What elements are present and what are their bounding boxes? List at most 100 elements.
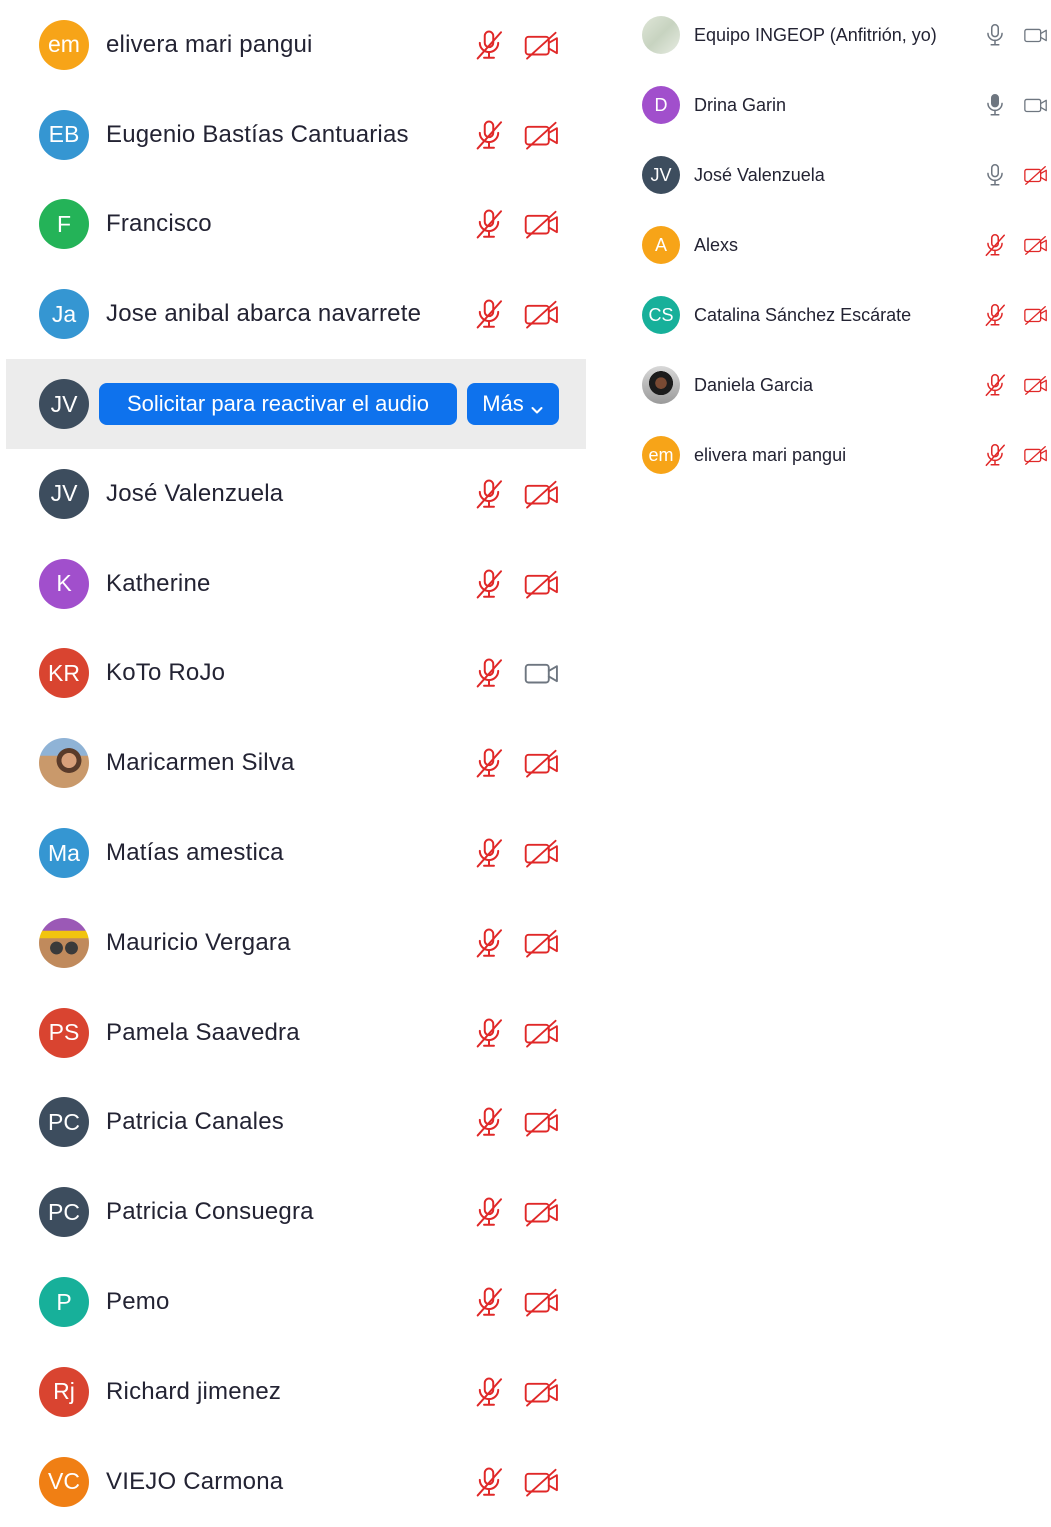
participant-row[interactable]: Ja Jose anibal abarca navarrete — [0, 269, 590, 359]
microphone-icon[interactable] — [982, 162, 1008, 188]
participants-list-left: em elivera mari pangui EB Eugenio Bastías C… — [0, 0, 590, 1527]
participant-status-icons — [470, 477, 561, 511]
participant-row[interactable]: EB Eugenio Bastías Cantuarias — [0, 90, 590, 180]
participant-name: Pemo — [106, 1288, 170, 1316]
participant-row[interactable]: PS Pamela Saavedra — [0, 988, 590, 1078]
participant-status-icons — [470, 28, 561, 62]
video-off-icon[interactable] — [523, 1375, 561, 1409]
microphone-muted-icon[interactable] — [470, 746, 508, 780]
participant-status-icons — [982, 92, 1049, 118]
video-camera-icon[interactable] — [1023, 92, 1049, 118]
participant-name: elivera mari pangui — [106, 30, 313, 58]
video-off-icon[interactable] — [523, 1105, 561, 1139]
microphone-muted-icon[interactable] — [470, 1465, 508, 1499]
participant-row[interactable]: KR KoTo RoJo — [0, 629, 590, 719]
participant-row[interactable]: A Alexs — [622, 210, 1051, 280]
video-off-icon[interactable] — [523, 746, 561, 780]
participant-row[interactable]: K Katherine — [0, 539, 590, 629]
video-off-icon[interactable] — [523, 1016, 561, 1050]
participant-status-icons — [470, 926, 561, 960]
video-off-icon[interactable] — [1023, 302, 1049, 328]
microphone-muted-icon[interactable] — [470, 297, 508, 331]
video-camera-icon[interactable] — [523, 656, 561, 690]
participant-row[interactable]: JV Solicitar para reactivar el audio Más — [6, 359, 586, 449]
participant-row[interactable]: Ma Matías amestica — [0, 808, 590, 898]
participant-row[interactable]: P Pemo — [0, 1257, 590, 1347]
microphone-muted-icon[interactable] — [982, 232, 1008, 258]
video-off-icon[interactable] — [523, 1195, 561, 1229]
participant-row[interactable]: PC Patricia Canales — [0, 1078, 590, 1168]
microphone-muted-icon[interactable] — [470, 1195, 508, 1229]
microphone-muted-icon[interactable] — [982, 442, 1008, 468]
video-off-icon[interactable] — [523, 1285, 561, 1319]
video-off-icon[interactable] — [523, 118, 561, 152]
participant-name: Patricia Canales — [106, 1108, 284, 1136]
video-off-icon[interactable] — [523, 28, 561, 62]
video-off-icon[interactable] — [523, 836, 561, 870]
microphone-muted-icon[interactable] — [470, 1105, 508, 1139]
participant-status-icons — [470, 656, 561, 690]
avatar: K — [39, 558, 89, 609]
participant-name: KoTo RoJo — [106, 659, 226, 687]
video-off-icon[interactable] — [1023, 162, 1049, 188]
video-off-icon[interactable] — [523, 1465, 561, 1499]
avatar: Ma — [39, 828, 89, 879]
more-button-label: Más — [482, 391, 524, 417]
participant-row[interactable]: D Drina Garin — [622, 70, 1051, 140]
avatar: em — [642, 436, 680, 474]
participant-row[interactable]: JV José Valenzuela — [0, 449, 590, 539]
microphone-muted-icon[interactable] — [470, 28, 508, 62]
participant-name: Drina Garin — [694, 94, 787, 115]
avatar: em — [39, 19, 89, 70]
video-off-icon[interactable] — [523, 477, 561, 511]
microphone-icon[interactable] — [982, 22, 1008, 48]
microphone-muted-icon[interactable] — [982, 372, 1008, 398]
microphone-muted-icon[interactable] — [470, 118, 508, 152]
participant-row[interactable]: Rj Richard jimenez — [0, 1347, 590, 1437]
participant-row[interactable]: Daniela Garcia — [622, 350, 1051, 420]
microphone-muted-icon[interactable] — [470, 1375, 508, 1409]
microphone-muted-icon[interactable] — [470, 207, 508, 241]
more-button[interactable]: Más — [467, 383, 559, 426]
microphone-muted-icon[interactable] — [470, 1285, 508, 1319]
video-camera-icon[interactable] — [1023, 22, 1049, 48]
participant-name: Richard jimenez — [106, 1377, 282, 1405]
avatar: JV — [39, 379, 89, 430]
participant-row[interactable]: F Francisco — [0, 180, 590, 270]
participant-status-icons — [982, 22, 1049, 48]
avatar: P — [39, 1277, 89, 1328]
video-off-icon[interactable] — [523, 926, 561, 960]
microphone-muted-icon[interactable] — [470, 656, 508, 690]
video-off-icon[interactable] — [1023, 232, 1049, 258]
participant-row[interactable]: Mauricio Vergara — [0, 898, 590, 988]
microphone-muted-icon[interactable] — [470, 1016, 508, 1050]
request-unmute-button[interactable]: Solicitar para reactivar el audio — [99, 383, 457, 426]
participant-row[interactable]: PC Patricia Consuegra — [0, 1167, 590, 1257]
video-off-icon[interactable] — [523, 297, 561, 331]
avatar: CS — [642, 296, 680, 334]
participant-name: Daniela Garcia — [694, 374, 814, 395]
participant-name: elivera mari pangui — [694, 444, 847, 465]
microphone-muted-icon[interactable] — [470, 926, 508, 960]
participant-row[interactable]: em elivera mari pangui — [0, 0, 590, 90]
microphone-muted-icon[interactable] — [470, 477, 508, 511]
avatar: EB — [39, 109, 89, 160]
microphone-muted-icon[interactable] — [470, 567, 508, 601]
participant-row[interactable]: Equipo INGEOP (Anfitrión, yo) — [622, 0, 1051, 70]
video-off-icon[interactable] — [523, 207, 561, 241]
microphone-muted-icon[interactable] — [470, 836, 508, 870]
video-off-icon[interactable] — [1023, 442, 1049, 468]
participant-status-icons — [470, 207, 561, 241]
participant-row[interactable]: VC VIEJO Carmona — [0, 1437, 590, 1527]
participant-row[interactable]: Maricarmen Silva — [0, 718, 590, 808]
participant-row[interactable]: JV José Valenzuela — [622, 140, 1051, 210]
participant-name: Maricarmen Silva — [106, 749, 295, 777]
participant-row[interactable]: em elivera mari pangui — [622, 420, 1051, 490]
microphone-icon[interactable] — [982, 92, 1008, 118]
avatar: VC — [39, 1456, 89, 1507]
microphone-muted-icon[interactable] — [982, 302, 1008, 328]
participant-row[interactable]: CS Catalina Sánchez Escárate — [622, 280, 1051, 350]
video-off-icon[interactable] — [523, 567, 561, 601]
participants-list-right: Equipo INGEOP (Anfitrión, yo) D Drina Gari… — [622, 0, 1051, 490]
video-off-icon[interactable] — [1023, 372, 1049, 398]
